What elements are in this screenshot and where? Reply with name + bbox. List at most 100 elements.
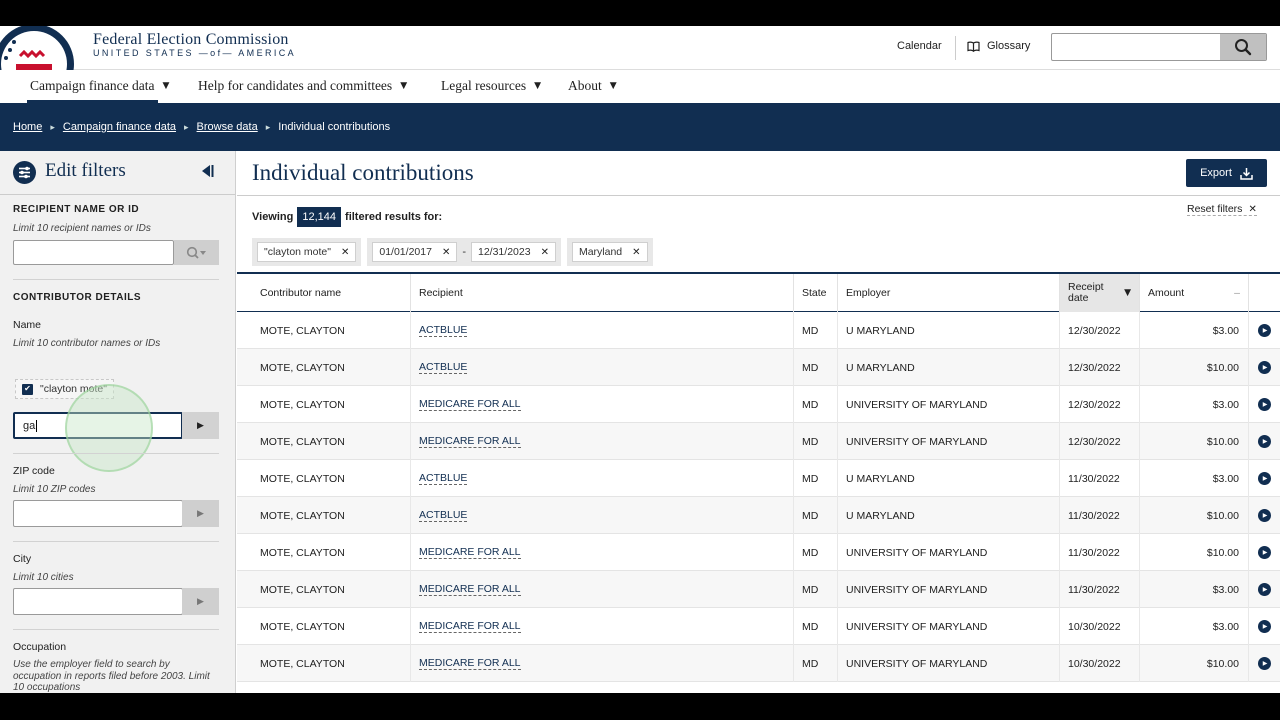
seal-logo[interactable] bbox=[0, 26, 82, 70]
breadcrumb: Home ▸ Campaign finance data ▸ Browse da… bbox=[0, 103, 1280, 151]
sort-neutral-icon: – bbox=[1234, 287, 1240, 299]
table-row[interactable]: MOTE, CLAYTON ACTBLUE MD U MARYLAND 12/3… bbox=[237, 312, 1280, 349]
play-icon[interactable]: ▶ bbox=[1258, 546, 1271, 559]
site-search[interactable] bbox=[1051, 33, 1267, 61]
breadcrumb-current: Individual contributions bbox=[278, 121, 391, 133]
breadcrumb-home[interactable]: Home bbox=[13, 121, 42, 133]
recipient-link[interactable]: MEDICARE FOR ALL bbox=[419, 620, 521, 633]
name-filter-checkbox[interactable]: ✔ "clayton mote" bbox=[15, 379, 114, 399]
play-icon[interactable]: ▶ bbox=[1258, 472, 1271, 485]
cell-contributor-name: MOTE, CLAYTON bbox=[252, 645, 411, 682]
column-recipient[interactable]: Recipient bbox=[411, 274, 794, 312]
recipient-link[interactable]: MEDICARE FOR ALL bbox=[419, 546, 521, 559]
column-contributor-name[interactable]: Contributor name bbox=[252, 274, 411, 312]
cell-employer: U MARYLAND bbox=[838, 312, 1060, 349]
play-icon[interactable]: ▶ bbox=[1258, 509, 1271, 522]
table-row[interactable]: MOTE, CLAYTON MEDICARE FOR ALL MD UNIVER… bbox=[237, 608, 1280, 645]
recipient-link[interactable]: MEDICARE FOR ALL bbox=[419, 657, 521, 670]
cell-employer: UNIVERSITY OF MARYLAND bbox=[838, 608, 1060, 645]
recipient-link[interactable]: ACTBLUE bbox=[419, 472, 468, 485]
table-row[interactable]: MOTE, CLAYTON MEDICARE FOR ALL MD UNIVER… bbox=[237, 423, 1280, 460]
cell-state: MD bbox=[794, 460, 838, 497]
table-row[interactable]: MOTE, CLAYTON ACTBLUE MD U MARYLAND 11/3… bbox=[237, 497, 1280, 534]
nav-help-for-candidates[interactable]: Help for candidates and committees ▼ bbox=[198, 78, 407, 94]
close-icon[interactable]: ✕ bbox=[541, 247, 549, 258]
cell-receipt-date: 12/30/2022 bbox=[1060, 349, 1140, 386]
close-icon[interactable]: ✕ bbox=[442, 247, 450, 258]
glossary-link[interactable]: Glossary bbox=[967, 40, 1030, 52]
city-input[interactable] bbox=[13, 588, 183, 615]
reset-filters-label: Reset filters bbox=[1187, 203, 1243, 215]
cell-expand: ▶ bbox=[1249, 497, 1280, 534]
recipient-link[interactable]: MEDICARE FOR ALL bbox=[419, 398, 521, 411]
brand-title[interactable]: Federal Election Commission bbox=[93, 31, 289, 49]
table-row[interactable]: MOTE, CLAYTON MEDICARE FOR ALL MD UNIVER… bbox=[237, 386, 1280, 423]
close-icon[interactable]: ✕ bbox=[632, 247, 640, 258]
close-icon[interactable]: ✕ bbox=[341, 247, 349, 258]
table-row[interactable]: MOTE, CLAYTON MEDICARE FOR ALL MD UNIVER… bbox=[237, 534, 1280, 571]
cell-recipient: MEDICARE FOR ALL bbox=[411, 645, 794, 682]
name-label: Name bbox=[13, 319, 42, 331]
play-icon[interactable]: ▶ bbox=[1258, 324, 1271, 337]
checkbox-checked-icon[interactable]: ✔ bbox=[22, 383, 33, 395]
nav-legal-resources[interactable]: Legal resources ▼ bbox=[441, 78, 541, 94]
play-icon[interactable]: ▶ bbox=[1258, 620, 1271, 633]
play-icon[interactable]: ▶ bbox=[1258, 583, 1271, 596]
chevron-down-icon: ▼ bbox=[534, 81, 542, 91]
zip-input[interactable] bbox=[13, 500, 183, 527]
column-state[interactable]: State bbox=[794, 274, 838, 312]
city-submit-button[interactable]: ▶ bbox=[182, 588, 219, 615]
viewing-prefix: Viewing bbox=[252, 211, 294, 223]
recipient-link[interactable]: MEDICARE FOR ALL bbox=[419, 435, 521, 448]
zip-submit-button[interactable]: ▶ bbox=[182, 500, 219, 527]
cell-amount: $3.00 bbox=[1140, 460, 1249, 497]
cell-expand: ▶ bbox=[1249, 312, 1280, 349]
filters-title: Edit filters bbox=[45, 160, 126, 181]
column-receipt-date[interactable]: Receipt date ▼ bbox=[1060, 274, 1140, 312]
recipient-link[interactable]: ACTBLUE bbox=[419, 324, 468, 337]
table-row[interactable]: MOTE, CLAYTON MEDICARE FOR ALL MD UNIVER… bbox=[237, 645, 1280, 682]
cell-recipient: MEDICARE FOR ALL bbox=[411, 534, 794, 571]
breadcrumb-campaign-finance[interactable]: Campaign finance data bbox=[63, 121, 176, 133]
nav-about[interactable]: About ▼ bbox=[568, 78, 617, 94]
recipient-input[interactable] bbox=[13, 240, 174, 265]
recipient-link[interactable]: MEDICARE FOR ALL bbox=[419, 583, 521, 596]
city-label: City bbox=[13, 553, 32, 565]
cell-amount: $10.00 bbox=[1140, 497, 1249, 534]
cell-employer: UNIVERSITY OF MARYLAND bbox=[838, 571, 1060, 608]
collapse-left-icon[interactable] bbox=[199, 163, 215, 184]
name-submit-button[interactable]: ▶ bbox=[182, 412, 219, 439]
nav-campaign-finance-data[interactable]: Campaign finance data ▼ bbox=[30, 78, 169, 94]
export-button[interactable]: Export bbox=[1186, 159, 1267, 187]
active-filter-tags: "clayton mote" ✕ 01/01/2017 ✕ - 12/31/20… bbox=[252, 238, 653, 266]
recipient-search-button[interactable] bbox=[174, 240, 219, 265]
table-row[interactable]: MOTE, CLAYTON ACTBLUE MD U MARYLAND 12/3… bbox=[237, 349, 1280, 386]
cell-employer: U MARYLAND bbox=[838, 497, 1060, 534]
search-button[interactable] bbox=[1220, 34, 1266, 60]
recipient-link[interactable]: ACTBLUE bbox=[419, 509, 468, 522]
download-icon bbox=[1240, 167, 1253, 180]
reset-filters-link[interactable]: Reset filters ✕ bbox=[1187, 203, 1257, 216]
table-row[interactable]: MOTE, CLAYTON ACTBLUE MD U MARYLAND 11/3… bbox=[237, 460, 1280, 497]
calendar-link[interactable]: Calendar bbox=[897, 40, 942, 52]
cell-state: MD bbox=[794, 386, 838, 423]
table-row[interactable]: MOTE, CLAYTON MEDICARE FOR ALL MD UNIVER… bbox=[237, 571, 1280, 608]
recipient-link[interactable]: ACTBLUE bbox=[419, 361, 468, 374]
breadcrumb-browse-data[interactable]: Browse data bbox=[197, 121, 258, 133]
contributor-name-value: ga bbox=[23, 419, 36, 432]
play-icon[interactable]: ▶ bbox=[1258, 657, 1271, 670]
cell-recipient: ACTBLUE bbox=[411, 312, 794, 349]
date-range-separator: - bbox=[462, 246, 466, 258]
contributor-name-input[interactable]: ga bbox=[13, 412, 183, 439]
column-employer[interactable]: Employer bbox=[838, 274, 1060, 312]
cell-expand: ▶ bbox=[1249, 460, 1280, 497]
play-icon: ▶ bbox=[197, 420, 204, 431]
play-icon[interactable]: ▶ bbox=[1258, 361, 1271, 374]
column-amount[interactable]: Amount – bbox=[1140, 274, 1249, 312]
play-icon[interactable]: ▶ bbox=[1258, 398, 1271, 411]
cell-receipt-date: 11/30/2022 bbox=[1060, 460, 1140, 497]
play-icon[interactable]: ▶ bbox=[1258, 435, 1271, 448]
cell-contributor-name: MOTE, CLAYTON bbox=[252, 386, 411, 423]
tag-label: "clayton mote" bbox=[264, 246, 331, 258]
cell-amount: $3.00 bbox=[1140, 571, 1249, 608]
